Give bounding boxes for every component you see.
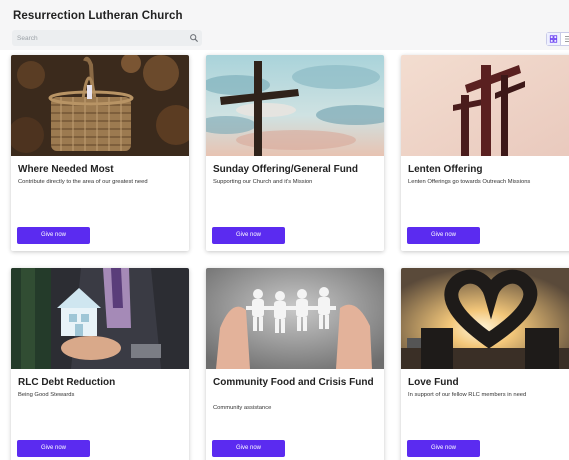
fund-card[interactable]: RLC Debt Reduction Being Good Stewards G…: [11, 268, 189, 460]
wicker-basket-image: [11, 55, 189, 156]
give-now-button[interactable]: Give now: [407, 440, 480, 457]
fund-title: Lenten Offering: [408, 164, 483, 175]
top-bar: Resurrection Lutheran Church: [0, 0, 569, 50]
fund-card[interactable]: Lenten Offering Lenten Offerings go towa…: [401, 55, 569, 251]
fund-description: Supporting our Church and it's Mission: [213, 179, 313, 185]
give-now-button[interactable]: Give now: [17, 227, 90, 244]
grid-view-icon[interactable]: [547, 33, 561, 45]
list-view-icon[interactable]: [562, 33, 569, 45]
fund-title: Where Needed Most: [18, 164, 114, 175]
fund-description: Lenten Offerings go towards Outreach Mis…: [408, 179, 531, 185]
give-now-button[interactable]: Give now: [212, 227, 285, 244]
view-toggle: [546, 32, 569, 46]
fund-card[interactable]: Community Food and Crisis Fund Community…: [206, 268, 384, 460]
fund-description: Community assistance: [213, 405, 272, 411]
paper-people-chain-image: [206, 268, 384, 369]
search-box[interactable]: [12, 30, 202, 46]
fund-description: In support of our fellow RLC members in …: [408, 392, 527, 398]
fund-description: Being Good Stewards: [18, 392, 75, 398]
give-now-button[interactable]: Give now: [17, 440, 90, 457]
fund-card[interactable]: Love Fund In support of our fellow RLC m…: [401, 268, 569, 460]
page-title: Resurrection Lutheran Church: [13, 10, 183, 22]
fund-card[interactable]: Where Needed Most Contribute directly to…: [11, 55, 189, 251]
give-now-button[interactable]: Give now: [407, 227, 480, 244]
search-input[interactable]: [17, 31, 182, 45]
fund-description: Contribute directly to the area of our g…: [18, 179, 148, 185]
fund-title: Community Food and Crisis Fund: [213, 377, 374, 388]
fund-title: Sunday Offering/General Fund: [213, 164, 359, 175]
fund-card[interactable]: Sunday Offering/General Fund Supporting …: [206, 55, 384, 251]
paper-house-in-hand-image: [11, 268, 189, 369]
fund-title: Love Fund: [408, 377, 459, 388]
give-now-button[interactable]: Give now: [212, 440, 285, 457]
heart-hands-sunset-image: [401, 268, 569, 369]
wooden-crosses-image: [401, 55, 569, 156]
fund-title: RLC Debt Reduction: [18, 377, 116, 388]
cross-and-sky-image: [206, 55, 384, 156]
search-icon[interactable]: [189, 33, 199, 43]
